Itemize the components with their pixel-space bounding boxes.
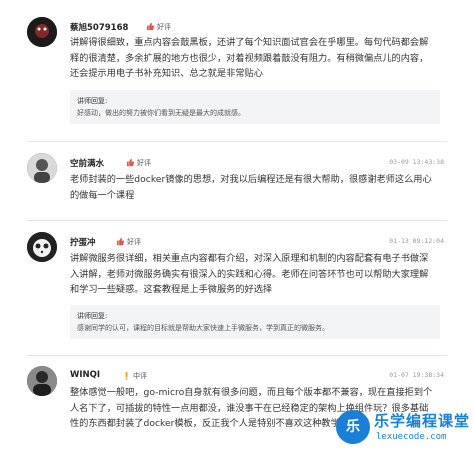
reviewer-name[interactable]: WINQI bbox=[70, 370, 100, 380]
reply-text: 感谢同学的认可，课程的目标就是帮助大家快速上手微服务，学到真正的微服务。 bbox=[77, 324, 329, 332]
divider bbox=[27, 141, 447, 142]
divider bbox=[27, 220, 447, 221]
rating-badge: 好评 bbox=[146, 22, 171, 32]
content-line: 讲解得很细致，重点内容会敲黑板，还讲了每个知识面试官会在乎哪里。每句代码都会解 bbox=[70, 37, 429, 48]
teacher-reply: 讲师回复: 好感动，做出的努力被你们看到无疑是最大的成就感。 bbox=[70, 90, 440, 124]
watermark-title: 乐学编程课堂 bbox=[374, 412, 471, 430]
reply-text: 好感动，做出的努力被你们看到无疑是最大的成就感。 bbox=[77, 109, 245, 117]
rating-label: 好评 bbox=[127, 238, 141, 246]
teacher-reply: 讲师回复: 感谢同学的认可，课程的目标就是帮助大家快速上手微服务，学到真正的微服… bbox=[70, 305, 440, 339]
rating-label: 好评 bbox=[157, 23, 171, 31]
content-line: 还会提示用电子书补充知识、总之就是非常贴心 bbox=[70, 68, 263, 79]
thumbs-up-icon bbox=[126, 158, 135, 167]
thumbs-up-icon bbox=[116, 237, 125, 246]
rating-badge: 好评 bbox=[116, 237, 141, 247]
content-line: 的做每一个课程 bbox=[70, 189, 135, 201]
avatar[interactable] bbox=[27, 153, 57, 183]
reviewer-name[interactable]: 空前满水 bbox=[70, 157, 104, 169]
review-date: 01-13 09:12:04 bbox=[389, 237, 444, 245]
thumbs-up-icon bbox=[146, 22, 155, 31]
watermark-logo: 乐 乐学编程课堂 lexuecode.com bbox=[336, 408, 469, 452]
content-line: 和学习一些疑惑。这套教程是上手微服务的好选择 bbox=[70, 284, 273, 295]
watermark-url: lexuecode.com bbox=[376, 432, 447, 442]
content-line: 整体感觉一般吧，go-micro自身就有很多问题，而且每个版本都不兼容，现在直接… bbox=[70, 387, 433, 398]
divider bbox=[27, 355, 447, 356]
content-line: 释的很清楚，多余扩展的地方也很少，对着视频跟着敲没有阻力。有稍微偏点儿的内容， bbox=[70, 52, 429, 64]
rating-badge: 中评 bbox=[122, 371, 147, 381]
reviewer-name[interactable]: 蔡旭5079168 bbox=[70, 21, 128, 33]
reply-title: 讲师回复: bbox=[77, 97, 108, 105]
watermark-badge: 乐 bbox=[336, 410, 370, 444]
avatar[interactable] bbox=[27, 17, 57, 47]
reviewer-name[interactable]: 拧蛋冲 bbox=[70, 236, 96, 248]
rating-label: 中评 bbox=[133, 372, 147, 380]
avatar[interactable] bbox=[27, 232, 57, 262]
review-date: 03-09 13:43:38 bbox=[389, 158, 444, 166]
content-line: 入讲解，老师对微服务确实有很深入的实践和心得。老师在问答环节也可以帮助大家理解 bbox=[70, 268, 429, 280]
content-line: 老师封装的一些docker镜像的思想，对我以后编程还是有很大帮助，很感谢老师这么… bbox=[70, 174, 432, 185]
reply-title: 讲师回复: bbox=[77, 312, 108, 320]
review-content: 老师封装的一些docker镜像的思想，对我以后编程还是有很大帮助，很感谢老师这么… bbox=[70, 172, 442, 203]
review-content: 讲解得很细致，重点内容会敲黑板，还讲了每个知识面试官会在乎哪里。每句代码都会解 … bbox=[70, 35, 442, 82]
rating-label: 好评 bbox=[137, 159, 151, 167]
review-content: 讲解微服务很详细，相关重点内容都有介绍，对深入原理和机制的内容配套有电子书做深 … bbox=[70, 251, 442, 298]
rating-badge: 好评 bbox=[126, 158, 151, 168]
review-date: 01-07 19:38:34 bbox=[389, 371, 444, 379]
content-line: 讲解微服务很详细，相关重点内容都有介绍，对深入原理和机制的内容配套有电子书做深 bbox=[70, 253, 429, 264]
neutral-rating-icon bbox=[125, 371, 128, 380]
avatar[interactable] bbox=[27, 366, 57, 396]
